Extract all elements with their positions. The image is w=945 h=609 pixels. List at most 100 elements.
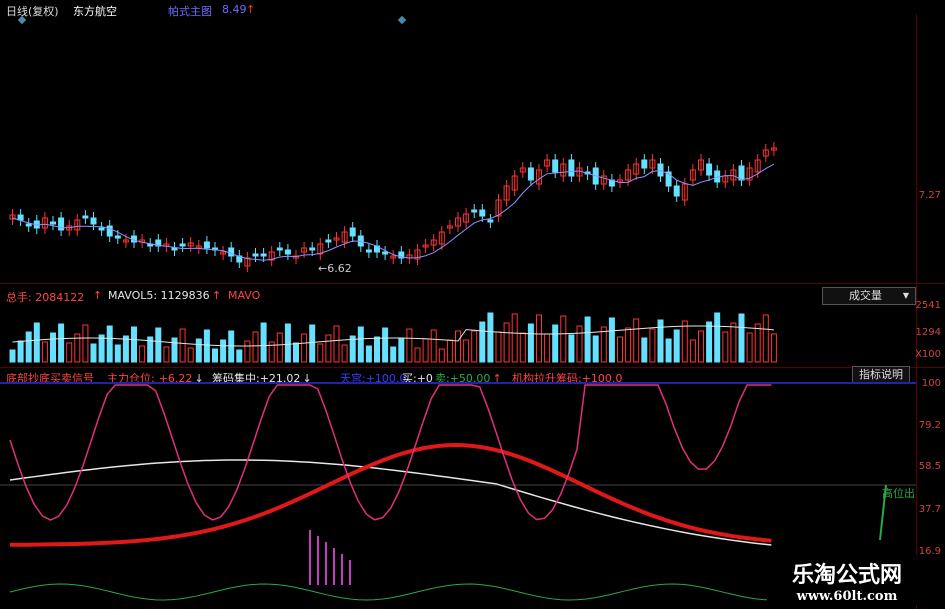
candle-body bbox=[25, 223, 32, 227]
indicator-magenta-line bbox=[9, 384, 772, 521]
candle-body bbox=[276, 247, 283, 251]
volume-bar bbox=[455, 330, 461, 363]
indicator-red-line bbox=[9, 442, 772, 547]
volume-bar bbox=[317, 343, 324, 363]
candle-body bbox=[309, 247, 316, 251]
volume-bar bbox=[560, 315, 567, 363]
volume-bar bbox=[220, 339, 227, 363]
volume-bar bbox=[90, 343, 97, 363]
candle-body bbox=[568, 159, 575, 177]
volume-bar bbox=[617, 336, 623, 363]
volume-bar bbox=[284, 323, 291, 363]
volume-bar bbox=[195, 338, 202, 363]
indicator-white-line bbox=[9, 459, 772, 546]
volume-bar bbox=[163, 346, 170, 363]
volume-bar bbox=[33, 322, 40, 363]
volume-bar bbox=[17, 340, 24, 363]
volume-bar bbox=[357, 326, 364, 363]
volume-bar bbox=[50, 332, 56, 363]
candle-body bbox=[325, 239, 332, 243]
volume-bar bbox=[511, 313, 518, 363]
volume-bar bbox=[422, 338, 429, 363]
volume-bar bbox=[608, 317, 615, 363]
watermark-name: 乐淘公式网 bbox=[791, 563, 902, 588]
candle-body bbox=[179, 243, 186, 247]
volume-bar bbox=[698, 330, 704, 363]
volume-bar bbox=[244, 340, 251, 363]
volume-bar bbox=[495, 331, 502, 363]
candle-body bbox=[479, 209, 486, 217]
volume-bar bbox=[25, 331, 32, 363]
volume-bar bbox=[106, 325, 113, 363]
candle-body bbox=[106, 225, 113, 237]
volume-bar bbox=[544, 333, 551, 363]
volume-bar bbox=[438, 348, 445, 363]
candle-body bbox=[641, 159, 648, 169]
candle-body bbox=[50, 221, 56, 225]
volume-bar bbox=[276, 332, 283, 363]
volume-bar bbox=[446, 339, 453, 363]
top-marker-diamond bbox=[397, 15, 407, 25]
candle-body bbox=[82, 215, 89, 219]
volume-bar bbox=[139, 345, 146, 363]
volume-bar bbox=[673, 329, 680, 363]
volume-bar bbox=[155, 327, 162, 363]
volume-bar bbox=[576, 325, 583, 363]
volume-bar bbox=[762, 314, 769, 363]
volume-bar bbox=[584, 316, 591, 363]
watermark-url: www.60lt.com bbox=[796, 589, 898, 604]
volume-bar bbox=[600, 326, 607, 363]
volume-bar bbox=[568, 334, 575, 363]
candle-body bbox=[349, 227, 356, 237]
volume-bar bbox=[236, 349, 243, 363]
volume-bar bbox=[187, 347, 194, 363]
volume-bar bbox=[390, 346, 397, 363]
volume-bar bbox=[374, 336, 380, 363]
volume-bar bbox=[479, 321, 486, 363]
candle-body bbox=[738, 165, 745, 181]
volume-bar bbox=[430, 329, 437, 363]
volume-bar bbox=[754, 323, 761, 363]
volume-bar bbox=[212, 348, 218, 363]
volume-bar bbox=[689, 339, 696, 363]
volume-bar bbox=[203, 329, 210, 363]
volume-bar bbox=[641, 337, 648, 363]
volume-bar bbox=[503, 322, 510, 363]
volume-bar bbox=[738, 313, 745, 363]
volume-bar bbox=[487, 312, 494, 363]
volume-bar bbox=[228, 330, 235, 363]
volume-bar bbox=[114, 344, 121, 363]
volume-bar bbox=[365, 345, 372, 363]
price-ma-line bbox=[12, 163, 775, 261]
volume-bar bbox=[730, 322, 737, 363]
volume-bar bbox=[309, 324, 316, 363]
candle-body bbox=[673, 185, 680, 197]
candle-body bbox=[171, 247, 178, 251]
volume-bar bbox=[592, 335, 599, 363]
volume-bar bbox=[706, 321, 713, 363]
volume-bar bbox=[171, 337, 178, 363]
candle-body bbox=[471, 209, 478, 213]
watermark-box: 乐淘公式网 www.60lt.com bbox=[767, 555, 927, 605]
volume-bar bbox=[746, 332, 753, 363]
volume-bar bbox=[657, 319, 664, 363]
volume-bar bbox=[58, 323, 65, 363]
candle-body bbox=[382, 251, 389, 255]
candle-body bbox=[114, 235, 121, 239]
candle-body bbox=[228, 247, 235, 257]
volume-bar bbox=[527, 323, 534, 363]
volume-bar bbox=[333, 325, 340, 363]
volume-bar bbox=[382, 327, 389, 363]
candle-body bbox=[252, 253, 259, 257]
volume-bar bbox=[41, 341, 48, 363]
volume-bar bbox=[98, 334, 105, 363]
volume-bar bbox=[341, 344, 348, 363]
volume-bar bbox=[260, 322, 267, 363]
volume-bar bbox=[633, 318, 640, 363]
volume-bar bbox=[665, 338, 672, 363]
volume-bar bbox=[406, 328, 413, 363]
candle-body bbox=[17, 214, 24, 221]
volume-bar bbox=[649, 328, 656, 363]
candle-body bbox=[487, 219, 494, 223]
volume-bar bbox=[82, 324, 89, 363]
